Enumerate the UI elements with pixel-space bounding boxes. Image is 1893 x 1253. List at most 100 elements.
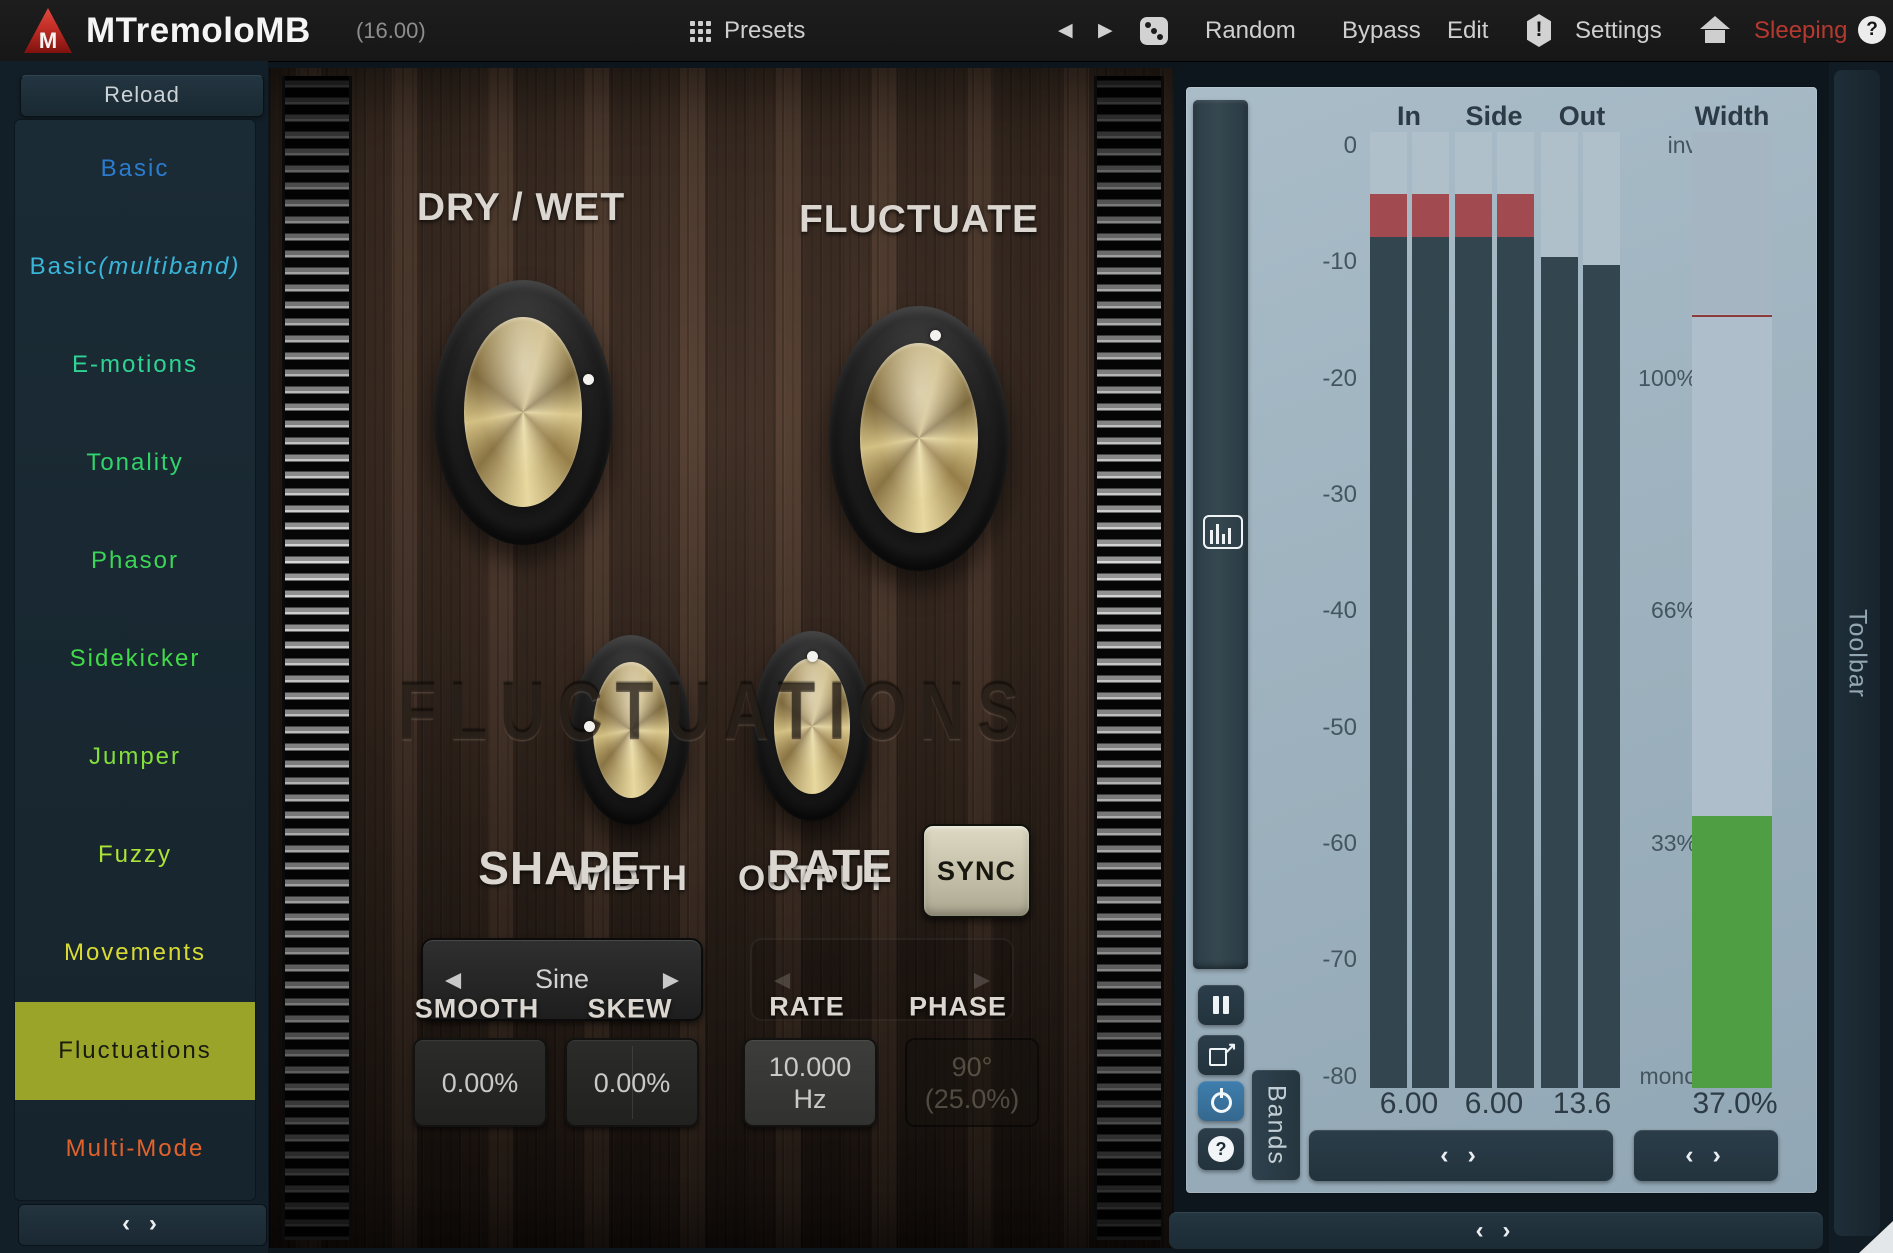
- width-tick: 100%: [1625, 365, 1697, 392]
- reload-button[interactable]: Reload: [20, 75, 264, 117]
- meter-panel: In Side Out Width 0 -10 -20 -30 -40 -50 …: [1186, 87, 1817, 1193]
- rate-field[interactable]: 10.000 Hz: [743, 1038, 877, 1127]
- side-meter-bar-right: [1497, 132, 1534, 1088]
- fluctuate-knob[interactable]: [829, 306, 1009, 571]
- preset-list: Basic Basic (multiband) E-motions Tonali…: [14, 119, 256, 1201]
- home-roof: [1700, 16, 1730, 29]
- meter-power-button[interactable]: [1198, 1081, 1244, 1121]
- smooth-value: 0.00%: [442, 1067, 519, 1099]
- help-icon[interactable]: ?: [1858, 16, 1886, 44]
- sidebar-item-label: Tonality: [86, 449, 183, 477]
- resize-grip[interactable]: [1859, 1221, 1893, 1253]
- bypass-button[interactable]: Bypass: [1342, 0, 1421, 61]
- home-icon[interactable]: [1700, 16, 1730, 44]
- out-meter: [1541, 132, 1620, 1088]
- next-preset-button[interactable]: ▶: [1098, 0, 1113, 61]
- shape-value: Sine: [423, 963, 701, 994]
- question-icon: ?: [1208, 1136, 1234, 1162]
- top-bar: M MTremoloMB (16.00) Presets ◀ ▶ Random …: [0, 0, 1893, 62]
- sidebar-item-label: Movements: [64, 939, 206, 967]
- meter-header-out: Out: [1559, 101, 1606, 132]
- main-edit-panel: DRY / WET FLUCTUATE WIDTH OUTPUT FLUCTUA…: [269, 68, 1174, 1248]
- phase-label: PHASE: [909, 992, 1007, 1023]
- metal-strip-right: [1094, 76, 1164, 1240]
- preset-sidebar: Reload Basic Basic (multiband) E-motions…: [0, 61, 268, 1253]
- dry-wet-knob[interactable]: [433, 280, 613, 545]
- histogram-icon[interactable]: [1203, 515, 1243, 549]
- sidebar-item-basic[interactable]: Basic: [15, 120, 255, 218]
- sidebar-item-fluctuations-selected[interactable]: Fluctuations: [15, 1002, 255, 1100]
- sidebar-item-label: Jumper: [89, 743, 181, 771]
- alert-icon[interactable]: !: [1527, 14, 1551, 47]
- dry-wet-label: DRY / WET: [417, 186, 625, 230]
- fluctuations-ghost-title: FLUCTUATIONS: [398, 665, 1032, 759]
- sidebar-item-label: Phasor: [91, 547, 179, 575]
- shape-section-label: SHAPE: [478, 841, 641, 895]
- fluctuate-knob-cap: [860, 343, 978, 533]
- sidebar-item-label: Basic: [101, 155, 170, 183]
- sleeping-status[interactable]: Sleeping: [1754, 0, 1847, 61]
- in-meter-bar-left: [1370, 132, 1407, 1088]
- out-meter-value: 13.6: [1553, 1087, 1611, 1121]
- sidebar-item-e-motions[interactable]: E-motions: [15, 316, 255, 414]
- width-meter-marker: [1692, 315, 1772, 317]
- shape-next-icon[interactable]: ▶: [663, 967, 679, 992]
- meter-header-width: Width: [1695, 101, 1770, 132]
- db-tick: -70: [1295, 946, 1357, 974]
- skew-field[interactable]: 0.00%: [565, 1038, 699, 1127]
- sidebar-item-label: Multi-Mode: [66, 1135, 205, 1163]
- sidebar-item-phasor[interactable]: Phasor: [15, 512, 255, 610]
- bands-tab[interactable]: Bands: [1252, 1070, 1300, 1180]
- sidebar-item-basic-multiband[interactable]: Basic (multiband): [15, 218, 255, 316]
- rate-sync-next-icon: ▶: [974, 967, 990, 992]
- sidebar-item-label: E-motions: [72, 351, 198, 379]
- meter-scrollbar-right[interactable]: ‹ ›: [1634, 1130, 1778, 1181]
- settings-button[interactable]: Settings: [1575, 0, 1662, 61]
- width-tick: mono: [1625, 1063, 1697, 1090]
- skew-label: SKEW: [588, 994, 673, 1025]
- sidebar-item-tonality[interactable]: Tonality: [15, 414, 255, 512]
- db-tick: 0: [1295, 132, 1357, 160]
- sidebar-item-jumper[interactable]: Jumper: [15, 708, 255, 806]
- meter-scrollbar-left[interactable]: ‹ ›: [1309, 1130, 1613, 1181]
- db-tick: -60: [1295, 830, 1357, 858]
- dry-wet-knob-cap: [464, 317, 582, 507]
- edit-button[interactable]: Edit: [1447, 0, 1488, 61]
- smooth-field[interactable]: 0.00%: [413, 1038, 547, 1127]
- sidebar-item-label: Fuzzy: [98, 841, 172, 869]
- sync-button[interactable]: SYNC: [922, 824, 1031, 918]
- presets-grid-icon[interactable]: [688, 19, 712, 43]
- skew-value: 0.00%: [594, 1067, 671, 1099]
- fluctuate-knob-indicator: [930, 330, 941, 341]
- popout-meter-button[interactable]: ↗: [1198, 1035, 1244, 1075]
- meter-help-button[interactable]: ?: [1198, 1128, 1244, 1170]
- meter-header-in: In: [1397, 101, 1421, 132]
- sidebar-item-fuzzy[interactable]: Fuzzy: [15, 806, 255, 904]
- out-meter-bar-left: [1541, 132, 1578, 1088]
- toolbar-tab[interactable]: Toolbar: [1834, 70, 1880, 1236]
- home-base: [1705, 30, 1725, 43]
- rate-sync-prev-icon: ◀: [774, 967, 790, 992]
- width-tick: inv: [1625, 132, 1697, 159]
- rate-label: RATE: [769, 992, 845, 1023]
- phase-field-disabled: 90° (25.0%): [905, 1038, 1039, 1127]
- db-tick: -30: [1295, 481, 1357, 509]
- sidebar-item-label: Basic: [30, 253, 99, 281]
- presets-button[interactable]: Presets: [724, 0, 805, 61]
- sidebar-item-movements[interactable]: Movements: [15, 904, 255, 1002]
- pause-metering-button[interactable]: [1198, 985, 1244, 1025]
- bottom-expander-bar[interactable]: ‹ ›: [1169, 1212, 1823, 1249]
- sidebar-item-sidekicker[interactable]: Sidekicker: [15, 610, 255, 708]
- side-meter-bar-left: [1455, 132, 1492, 1088]
- randomize-dice-icon[interactable]: [1140, 17, 1168, 45]
- db-tick: -20: [1295, 365, 1357, 393]
- power-icon-bar: [1220, 1088, 1223, 1098]
- logo-letter: M: [24, 30, 72, 52]
- melda-logo-icon[interactable]: M: [24, 8, 72, 53]
- plugin-window: M MTremoloMB (16.00) Presets ◀ ▶ Random …: [0, 0, 1893, 1253]
- sidebar-item-multi-mode[interactable]: Multi-Mode: [15, 1100, 255, 1198]
- random-button[interactable]: Random: [1205, 0, 1296, 61]
- side-meter: [1455, 132, 1534, 1088]
- sidebar-expander[interactable]: ‹ ›: [18, 1204, 267, 1246]
- previous-preset-button[interactable]: ◀: [1058, 0, 1073, 61]
